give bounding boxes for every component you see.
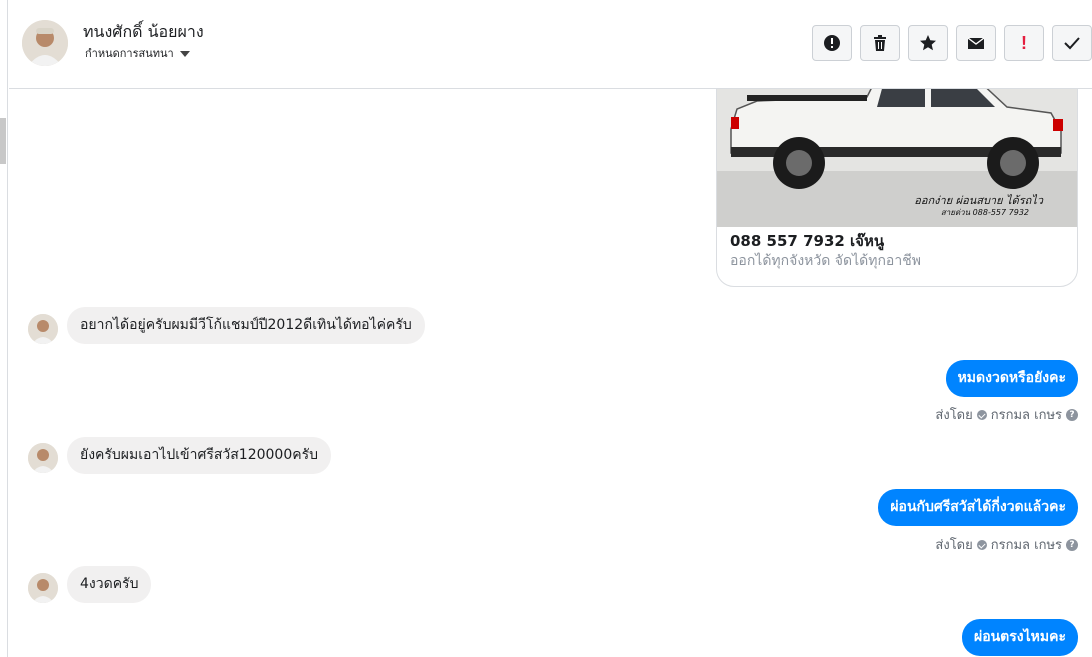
outgoing-message: หมดงวดหรือยังคะ bbox=[945, 360, 1078, 397]
done-button[interactable] bbox=[1052, 25, 1092, 61]
incoming-message: ยังครับผมเอาไปเข้าศรีสวัส120000ครับ bbox=[67, 437, 332, 474]
spam-button[interactable]: ! bbox=[1004, 25, 1044, 61]
person-avatar-icon bbox=[28, 573, 58, 603]
scrollbar[interactable] bbox=[0, 0, 8, 657]
delete-action-button[interactable] bbox=[860, 25, 900, 61]
sent-by-info: ส่งโดย กรกมล เกษร ? bbox=[935, 404, 1078, 425]
sender-avatar[interactable] bbox=[28, 573, 58, 603]
contact-avatar[interactable] bbox=[22, 20, 68, 66]
label-dropdown[interactable]: กำหนดการสนทนา bbox=[85, 44, 190, 62]
image-caption-line2: สายด่วน 088-557 7932 bbox=[940, 208, 1029, 217]
conversation-view: ออกง่าย ผ่อนสบาย ได้รถไว สายด่วน 088-557… bbox=[0, 0, 1092, 657]
mark-unread-button[interactable] bbox=[956, 25, 996, 61]
person-avatar-icon bbox=[28, 314, 58, 344]
incoming-message: 4งวดครับ bbox=[67, 566, 152, 603]
help-icon[interactable]: ? bbox=[1066, 408, 1078, 421]
sender-name: กรกมล เกษร bbox=[990, 538, 1062, 553]
sender-avatar[interactable] bbox=[28, 314, 58, 344]
shared-post-card[interactable]: ออกง่าย ผ่อนสบาย ได้รถไว สายด่วน 088-557… bbox=[716, 60, 1078, 287]
sender-avatar[interactable] bbox=[28, 443, 58, 473]
sent-by-label: ส่งโดย bbox=[935, 408, 973, 423]
person-avatar-icon bbox=[22, 20, 68, 66]
exclamation-icon: ! bbox=[1021, 32, 1027, 53]
conversation-header: ทนงศักดิ์ น้อยผาง กำหนดการสนทนา ! bbox=[9, 0, 1092, 89]
caret-down-icon bbox=[179, 50, 190, 57]
contact-name[interactable]: ทนงศักดิ์ น้อยผาง bbox=[83, 20, 204, 45]
outgoing-message: ผ่อนตรงไหมคะ bbox=[961, 619, 1078, 656]
scrollbar-thumb[interactable] bbox=[0, 118, 6, 164]
person-avatar-icon bbox=[28, 443, 58, 473]
sender-name: กรกมล เกษร bbox=[990, 408, 1062, 423]
sent-by-info: ส่งโดย กรกมล เกษร ? bbox=[935, 534, 1078, 555]
alert-circle-icon bbox=[824, 35, 840, 51]
card-subtitle: ออกได้ทุกจังหวัด จัดได้ทุกอาชีพ bbox=[730, 253, 921, 269]
verified-check-icon bbox=[976, 539, 987, 550]
star-icon bbox=[920, 35, 936, 51]
incoming-message: อยากได้อยู่ครับผมมีวีโก้แชมป์ปี2012ดีเทิ… bbox=[67, 307, 425, 344]
check-icon bbox=[1064, 37, 1080, 50]
info-action-button[interactable] bbox=[812, 25, 852, 61]
outgoing-message: ผ่อนกับศรีสวัสได้กี่งวดแล้วคะ bbox=[878, 489, 1078, 526]
help-icon[interactable]: ? bbox=[1066, 538, 1078, 551]
verified-check-icon bbox=[976, 409, 987, 420]
trash-icon bbox=[874, 35, 886, 51]
header-actions: ! bbox=[812, 25, 1092, 61]
sent-by-label: ส่งโดย bbox=[935, 538, 973, 553]
envelope-icon bbox=[967, 37, 985, 49]
star-action-button[interactable] bbox=[908, 25, 948, 61]
label-dropdown-text: กำหนดการสนทนา bbox=[85, 47, 174, 60]
